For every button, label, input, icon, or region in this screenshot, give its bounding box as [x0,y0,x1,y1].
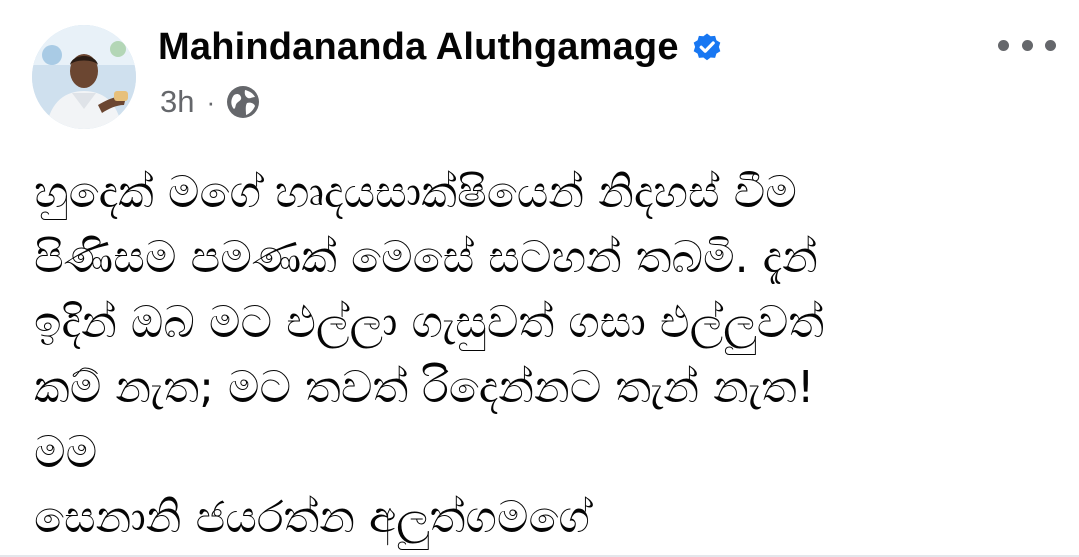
post-text-line: ඉදින් ඔබ මට එල්ලා ගැසුවත් ගසා එල්ලුවත් [34,297,825,348]
post-text-line: මම [34,427,98,478]
post-message: හුදෙක් මගේ හෘදයසාක්ෂියෙන් නිදහස් වීම පිණ… [34,160,1054,550]
avatar[interactable] [32,25,136,129]
meta-separator: · [206,86,216,117]
post-text-line: සෙනානි ජයරත්න අලුත්ගමගේ [34,492,590,543]
post-text-line: කම් නැත; මට තවත් රිදෙන්නට තැන් නැත! [34,362,815,413]
author-header: Mahindananda Aluthgamage [158,22,723,72]
more-options-icon [998,39,1009,51]
more-options-dot [1045,39,1056,51]
verified-badge-icon [691,31,723,63]
author-name[interactable]: Mahindananda Aluthgamage [158,26,679,69]
profile-photo-icon [32,25,136,129]
post-timestamp[interactable]: 3h [160,84,194,120]
post-text-line: හුදෙක් මගේ හෘදයසාක්ෂියෙන් නිදහස් වීම [34,167,797,218]
more-options-dot [1021,39,1033,51]
more-options-button[interactable] [998,30,1056,60]
facebook-post: Mahindananda Aluthgamage 3h · හුදෙක් මගේ… [0,0,1079,557]
post-meta: 3h · [160,82,261,122]
globe-icon[interactable] [225,84,261,120]
post-text-line: පිණිසම පමණක් මෙසේ සටහන් තබමි. දැන් [34,232,818,283]
